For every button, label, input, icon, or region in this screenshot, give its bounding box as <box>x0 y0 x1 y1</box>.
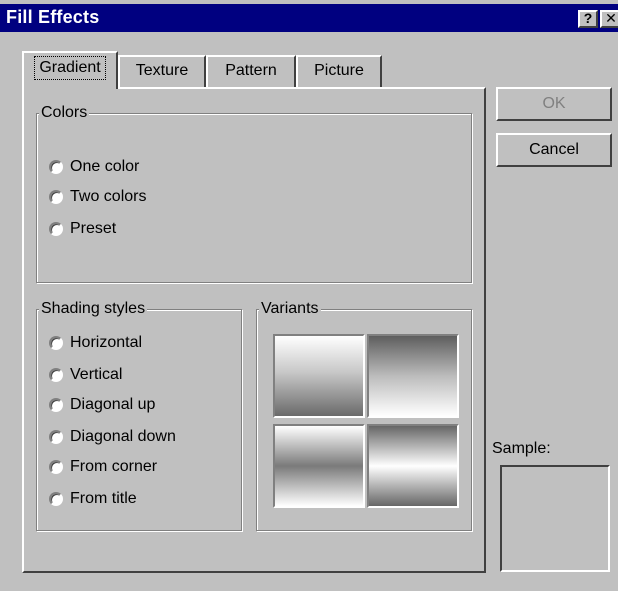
variant-swatches <box>273 334 459 508</box>
radio-diagonal-down[interactable]: Diagonal down <box>49 426 176 448</box>
tab-picture-label: Picture <box>314 62 364 79</box>
shading-styles-legend: Shading styles <box>39 299 148 319</box>
radio-horizontal-label: Horizontal <box>70 334 143 351</box>
tab-texture-label: Texture <box>135 62 189 79</box>
colors-group: Colors One color Two colors Preset <box>36 103 472 283</box>
radio-preset-label: Preset <box>70 220 117 237</box>
tab-picture[interactable]: Picture <box>296 55 382 87</box>
shading-styles-group: Shading styles Horizontal Vertical Diago… <box>36 299 242 531</box>
radio-from-title[interactable]: From title <box>49 488 137 510</box>
radio-from-corner-label: From corner <box>70 458 158 475</box>
radio-two-colors-circle[interactable] <box>49 190 63 204</box>
radio-from-title-label: From title <box>70 490 137 507</box>
sample-label: Sample: <box>492 440 551 457</box>
radio-one-color-circle[interactable] <box>49 160 63 174</box>
variant-swatch-4[interactable] <box>367 424 459 508</box>
gradient-tab-panel: Colors One color Two colors Preset Shadi… <box>22 87 486 573</box>
fill-effects-dialog: Fill Effects ? ✕ Gradient Texture Patter… <box>0 0 618 591</box>
tab-texture[interactable]: Texture <box>118 55 206 87</box>
radio-from-corner-circle[interactable] <box>49 460 63 474</box>
radio-diagonal-up[interactable]: Diagonal up <box>49 394 155 416</box>
radio-one-color[interactable]: One color <box>49 156 139 178</box>
radio-preset[interactable]: Preset <box>49 218 116 240</box>
radio-two-colors-label: Two colors <box>70 188 147 205</box>
radio-preset-circle[interactable] <box>49 222 63 236</box>
sample-preview <box>500 465 610 572</box>
ok-button[interactable]: OK <box>496 87 612 121</box>
radio-vertical-circle[interactable] <box>49 368 63 382</box>
radio-vertical[interactable]: Vertical <box>49 364 122 386</box>
radio-diagonal-up-circle[interactable] <box>49 398 63 412</box>
radio-horizontal[interactable]: Horizontal <box>49 332 142 354</box>
radio-from-title-circle[interactable] <box>49 492 63 506</box>
radio-vertical-label: Vertical <box>70 366 123 383</box>
variant-swatch-2[interactable] <box>367 334 459 418</box>
tab-gradient-label: Gradient <box>34 56 106 80</box>
cancel-button[interactable]: Cancel <box>496 133 612 167</box>
variants-group: Variants <box>256 299 472 531</box>
radio-horizontal-circle[interactable] <box>49 336 63 350</box>
close-button[interactable]: ✕ <box>600 10 618 28</box>
help-button[interactable]: ? <box>578 10 598 28</box>
colors-group-legend: Colors <box>39 103 90 123</box>
variants-legend: Variants <box>259 299 321 319</box>
radio-diagonal-down-label: Diagonal down <box>70 428 176 445</box>
radio-two-colors[interactable]: Two colors <box>49 186 146 208</box>
variant-swatch-1[interactable] <box>273 334 365 418</box>
radio-from-corner[interactable]: From corner <box>49 456 157 478</box>
tab-gradient[interactable]: Gradient <box>22 51 118 89</box>
tab-pattern-label: Pattern <box>225 62 277 79</box>
dialog-title: Fill Effects <box>6 7 100 27</box>
radio-diagonal-down-circle[interactable] <box>49 430 63 444</box>
tab-pattern[interactable]: Pattern <box>206 55 296 87</box>
radio-diagonal-up-label: Diagonal up <box>70 396 156 413</box>
title-bar: Fill Effects ? ✕ <box>0 4 618 32</box>
radio-one-color-label: One color <box>70 158 140 175</box>
variant-swatch-3[interactable] <box>273 424 365 508</box>
